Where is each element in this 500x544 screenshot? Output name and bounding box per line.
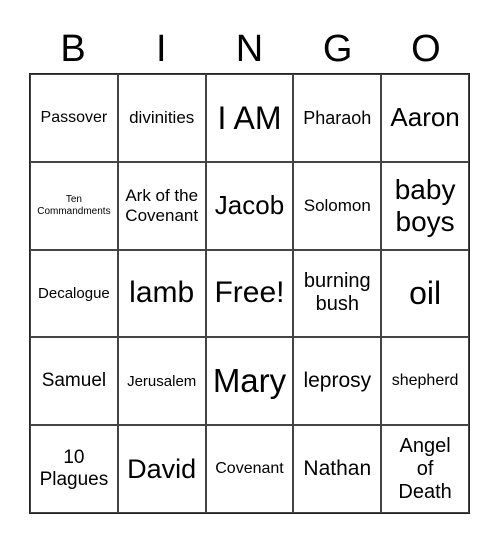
header-letter-g: G [322, 28, 353, 70]
header-letter-b: B [60, 28, 86, 70]
bingo-cell[interactable]: David [117, 425, 206, 513]
bingo-cell[interactable]: shepherd [381, 337, 469, 426]
header-letter-n: N [235, 28, 264, 70]
bingo-cell[interactable]: oil [381, 249, 469, 338]
bingo-cell[interactable]: Decalogue [30, 249, 118, 338]
bingo-cell[interactable]: Mary [205, 337, 294, 426]
bingo-cell[interactable]: Nathan [293, 425, 382, 513]
bingo-cell[interactable]: Jacob [205, 161, 294, 250]
bingo-cell[interactable]: burning bush [293, 249, 382, 338]
bingo-cell[interactable]: Solomon [293, 161, 382, 250]
bingo-cell[interactable]: baby boys [381, 161, 469, 250]
bingo-cell[interactable]: Ark of the Covenant [117, 161, 206, 250]
bingo-cell[interactable]: Aaron [381, 74, 469, 162]
bingo-cell[interactable]: Passover [30, 74, 118, 162]
bingo-cell[interactable]: 10 Plagues [30, 425, 118, 513]
bingo-cell[interactable]: Covenant [205, 425, 294, 513]
header-letter-o: O [411, 28, 441, 70]
bingo-cell[interactable]: leprosy [293, 337, 382, 426]
bingo-header: B I N G O [29, 26, 470, 72]
bingo-cell[interactable]: lamb [117, 249, 206, 338]
bingo-cell[interactable]: divinities [117, 74, 206, 162]
bingo-cell[interactable]: Jerusalem [117, 337, 206, 426]
bingo-cell[interactable]: Samuel [30, 337, 118, 426]
bingo-cell[interactable]: I AM [205, 74, 294, 162]
bingo-cell[interactable]: Angel of Death [381, 425, 469, 513]
bingo-cell[interactable]: Ten Commandments [30, 161, 118, 250]
header-letter-i: I [156, 28, 167, 70]
bingo-grid: Passover divinities I AM Pharaoh Aaron T… [29, 73, 470, 514]
bingo-cell[interactable]: Pharaoh [293, 74, 382, 162]
free-space[interactable]: Free! [205, 249, 294, 338]
